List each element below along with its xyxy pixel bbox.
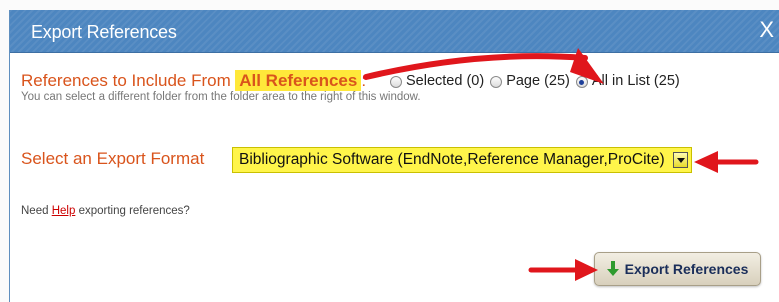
export-references-button[interactable]: Export References	[594, 252, 761, 286]
radio-selected[interactable]: Selected (0)	[390, 73, 484, 89]
radio-page-circle[interactable]	[490, 76, 503, 88]
dialog-title: Export References	[31, 22, 177, 42]
chevron-down-icon[interactable]	[673, 152, 688, 168]
include-row: References to Include From All Reference…	[21, 70, 367, 91]
format-row: Select an Export Format	[21, 149, 204, 169]
radio-selected-circle[interactable]	[390, 76, 402, 88]
radio-all-in-list-circle[interactable]	[575, 76, 588, 88]
help-suffix: exporting references?	[78, 205, 190, 217]
help-link[interactable]: Help	[52, 205, 76, 217]
include-colon: :	[361, 71, 367, 90]
export-format-select[interactable]: Bibliographic Software (EndNote,Referenc…	[232, 147, 692, 173]
close-icon[interactable]: X	[755, 18, 778, 42]
radio-page-label: Page (25)	[506, 73, 570, 89]
radio-page[interactable]: Page (25)	[490, 73, 570, 89]
export-references-button-label: Export References	[624, 261, 749, 277]
radio-selected-label: Selected (0)	[406, 73, 485, 89]
help-text: Need Help exporting references?	[21, 205, 190, 217]
dialog-titlebar: Export References X	[10, 10, 779, 53]
down-arrow-icon	[606, 261, 619, 277]
include-options: Selected (0) Page (25) All in List (25)	[390, 73, 686, 89]
help-prefix: Need	[21, 205, 49, 217]
format-label: Select an Export Format	[21, 149, 205, 168]
radio-all-in-list-label: All in List (25)	[591, 73, 680, 89]
all-references-highlight: All References	[235, 70, 362, 91]
export-format-value: Bibliographic Software (EndNote,Referenc…	[239, 151, 665, 168]
folder-hint: You can select a different folder from t…	[21, 91, 421, 103]
include-label: References to Include From	[21, 71, 231, 90]
radio-all-in-list[interactable]: All in List (25)	[575, 73, 680, 89]
